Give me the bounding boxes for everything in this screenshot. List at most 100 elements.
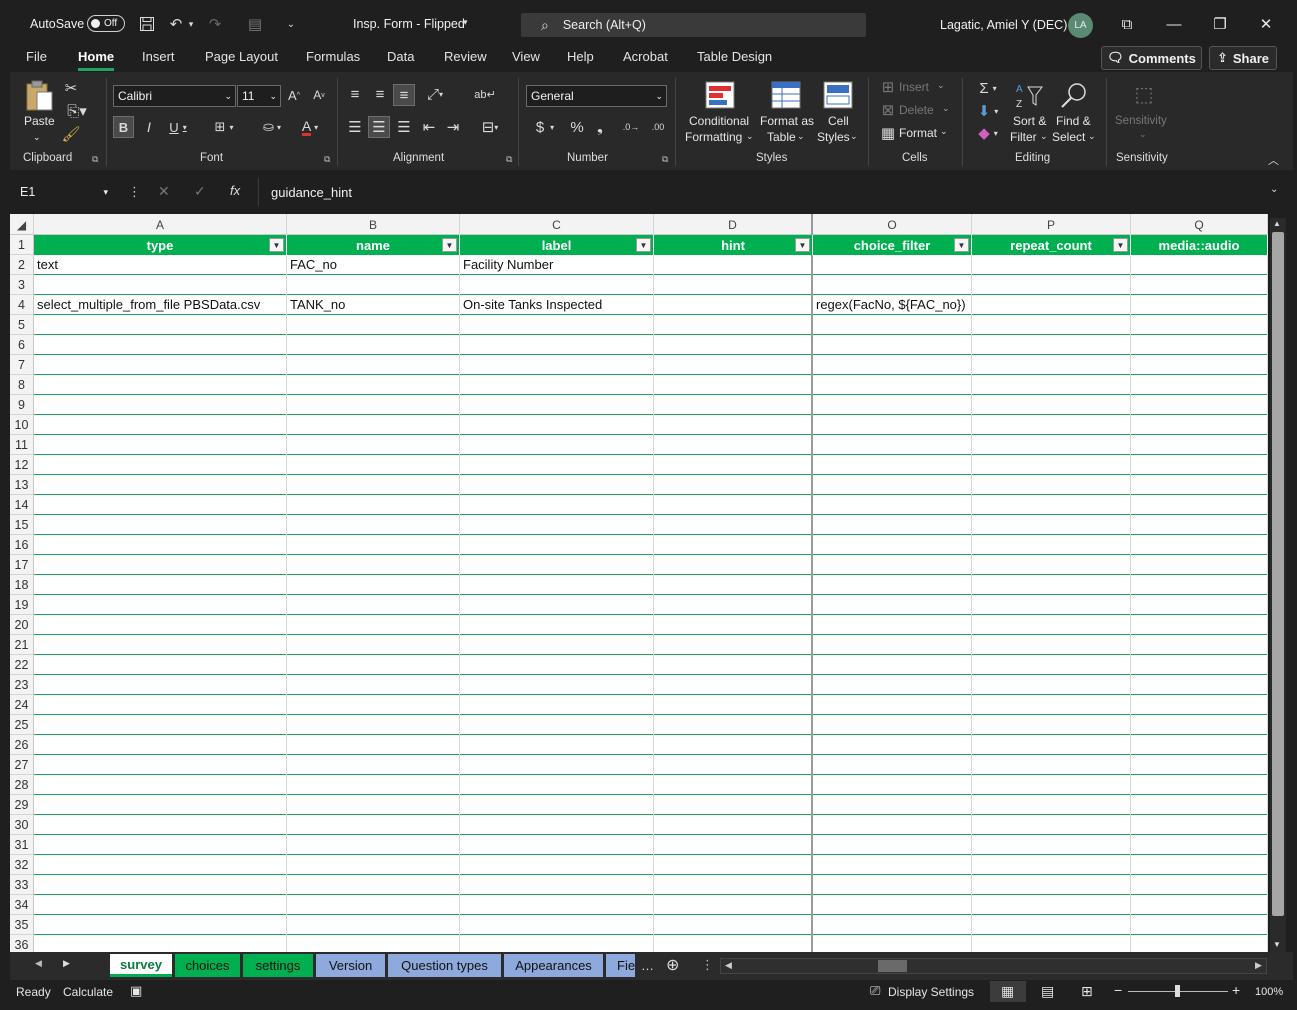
insert-cells-label[interactable]: Insert — [899, 79, 929, 95]
chevron-down-icon[interactable]: ⌄ — [937, 80, 945, 91]
table-cell[interactable] — [654, 655, 813, 675]
chevron-down-icon[interactable]: ⌄ — [1139, 129, 1147, 140]
search-box[interactable]: ⌕ Search (Alt+Q) — [521, 13, 866, 37]
minimize-icon[interactable]: — — [1162, 12, 1186, 36]
display-settings-label[interactable]: Display Settings — [888, 985, 974, 999]
close-icon[interactable]: ✕ — [1254, 12, 1278, 36]
delete-cells-label[interactable]: Delete — [899, 102, 934, 118]
table-cell[interactable] — [813, 355, 972, 375]
tab-view[interactable]: View — [512, 49, 540, 64]
row-header[interactable]: 17 — [10, 555, 34, 575]
display-settings-icon[interactable]: ⎚ — [870, 983, 880, 999]
comments-button[interactable]: 🗨 Comments — [1101, 46, 1202, 70]
row-header[interactable]: 33 — [10, 875, 34, 895]
table-cell[interactable] — [654, 575, 813, 595]
table-cell[interactable] — [813, 775, 972, 795]
table-cell[interactable] — [813, 555, 972, 575]
table-cell[interactable] — [654, 435, 813, 455]
table-cell[interactable] — [813, 275, 972, 295]
table-cell[interactable] — [287, 755, 460, 775]
table-cell[interactable] — [34, 895, 287, 915]
table-cell[interactable] — [1131, 715, 1268, 735]
table-cell[interactable] — [654, 315, 813, 335]
fill-icon[interactable]: ⬇ ▾ — [973, 102, 1003, 120]
table-cell[interactable] — [460, 775, 654, 795]
ribbon-display-icon[interactable]: ⧉ — [1115, 12, 1139, 36]
table-cell[interactable] — [287, 315, 460, 335]
table-cell[interactable] — [1131, 895, 1268, 915]
table-cell[interactable] — [287, 735, 460, 755]
sort-filter-icon[interactable]: AZ — [1013, 80, 1045, 110]
table-cell[interactable] — [1131, 535, 1268, 555]
column-header-d[interactable]: D — [654, 214, 813, 235]
table-cell[interactable] — [972, 435, 1131, 455]
table-cell[interactable] — [460, 935, 654, 952]
increase-font-icon[interactable]: A ^ — [285, 86, 303, 104]
table-header-cell[interactable]: repeat_count ▼ — [972, 235, 1131, 255]
table-cell[interactable] — [972, 475, 1131, 495]
table-cell[interactable] — [654, 675, 813, 695]
table-cell[interactable] — [34, 855, 287, 875]
table-cell[interactable] — [1131, 655, 1268, 675]
table-cell[interactable] — [34, 435, 287, 455]
cell-styles-label-1[interactable]: Cell — [828, 113, 849, 129]
scroll-left-icon[interactable]: ◀ — [725, 960, 732, 971]
table-cell[interactable] — [813, 575, 972, 595]
table-cell[interactable] — [460, 735, 654, 755]
table-cell[interactable] — [460, 455, 654, 475]
table-cell[interactable] — [287, 495, 460, 515]
paste-label[interactable]: Paste — [24, 113, 55, 129]
table-cell[interactable] — [460, 835, 654, 855]
font-name-combo[interactable]: Calibri ⌄ — [113, 85, 236, 107]
table-cell[interactable] — [654, 275, 813, 295]
horizontal-scroll-thumb[interactable] — [878, 960, 907, 972]
table-cell[interactable] — [654, 815, 813, 835]
align-middle-icon[interactable]: ≡ — [370, 84, 390, 104]
table-cell[interactable] — [1131, 395, 1268, 415]
table-cell[interactable] — [460, 415, 654, 435]
table-cell[interactable] — [460, 375, 654, 395]
table-cell[interactable] — [287, 875, 460, 895]
row-header[interactable]: 3 — [10, 275, 34, 295]
table-cell[interactable] — [972, 915, 1131, 935]
row-header[interactable]: 16 — [10, 535, 34, 555]
filter-dropdown-icon[interactable]: ▼ — [795, 238, 810, 252]
table-cell[interactable] — [34, 715, 287, 735]
table-cell[interactable] — [654, 555, 813, 575]
table-cell[interactable] — [1131, 595, 1268, 615]
table-cell[interactable] — [654, 735, 813, 755]
table-cell[interactable] — [34, 335, 287, 355]
sheet-tab-version[interactable]: Version — [316, 954, 385, 977]
table-cell[interactable] — [813, 455, 972, 475]
table-cell[interactable] — [34, 395, 287, 415]
scroll-up-icon[interactable]: ▲ — [1273, 219, 1281, 228]
table-cell[interactable] — [34, 835, 287, 855]
tab-help[interactable]: Help — [567, 49, 594, 64]
align-right-icon[interactable]: ☰ — [394, 116, 414, 138]
table-cell[interactable] — [287, 895, 460, 915]
table-cell[interactable] — [34, 615, 287, 635]
table-cell[interactable] — [287, 335, 460, 355]
chevron-down-icon[interactable]: ⌄ — [942, 103, 950, 114]
align-left-icon[interactable]: ☰ — [345, 116, 365, 138]
table-cell[interactable] — [460, 755, 654, 775]
table-cell[interactable] — [34, 535, 287, 555]
table-cell[interactable] — [287, 855, 460, 875]
row-header[interactable]: 25 — [10, 715, 34, 735]
table-cell[interactable] — [460, 495, 654, 515]
filter-dropdown-icon[interactable]: ▼ — [442, 238, 457, 252]
table-cell[interactable] — [287, 415, 460, 435]
table-cell[interactable] — [460, 655, 654, 675]
table-cell[interactable] — [813, 335, 972, 355]
avatar[interactable]: LA — [1068, 13, 1093, 38]
table-cell[interactable] — [460, 795, 654, 815]
row-header[interactable]: 11 — [10, 435, 34, 455]
table-cell[interactable] — [1131, 415, 1268, 435]
table-cell[interactable] — [34, 755, 287, 775]
delete-cells-icon[interactable]: ⊠ — [880, 102, 896, 119]
decrease-decimal-icon[interactable]: .00 — [646, 116, 670, 138]
table-cell[interactable] — [287, 815, 460, 835]
font-color-icon[interactable]: A ▾ — [294, 116, 326, 138]
tab-table-design[interactable]: Table Design — [697, 49, 772, 64]
table-cell[interactable] — [34, 475, 287, 495]
